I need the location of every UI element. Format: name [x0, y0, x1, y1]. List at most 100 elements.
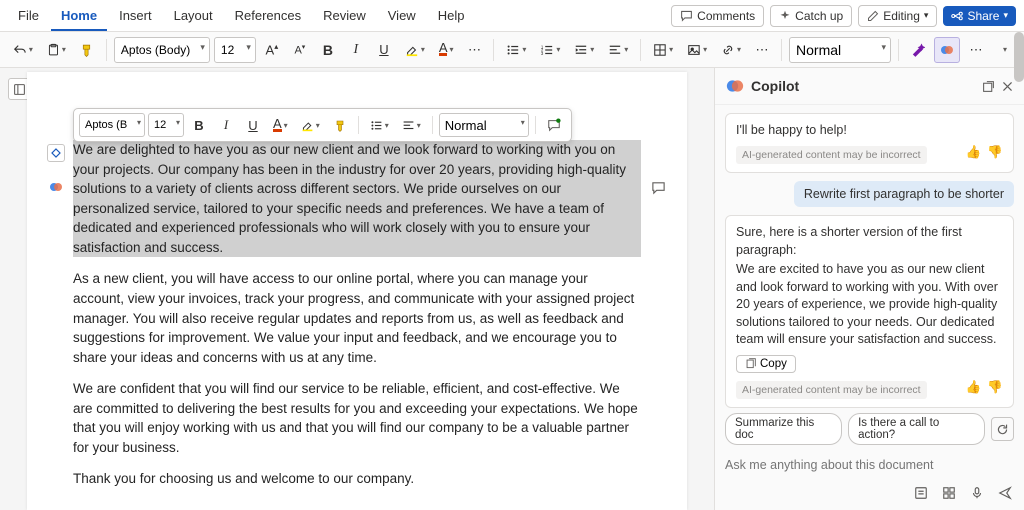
copilot-button[interactable]: [934, 37, 960, 63]
diamond-icon: [51, 148, 61, 158]
copilot-input[interactable]: [725, 458, 1014, 472]
bold-button[interactable]: B: [316, 37, 340, 63]
document-page[interactable]: Aptos (B... 12 B I U A Normal We are del…: [27, 72, 687, 510]
menu-right: Comments Catch up Editing ▾ Share ▾: [671, 5, 1016, 27]
menu-home[interactable]: Home: [51, 2, 107, 31]
paragraph-4[interactable]: Thank you for choosing us and welcome to…: [73, 469, 641, 489]
font-color-button[interactable]: A: [434, 37, 459, 63]
scrollbar[interactable]: [1014, 32, 1024, 82]
refresh-suggestions[interactable]: [991, 417, 1014, 441]
font-size-select[interactable]: 12: [214, 37, 256, 63]
editing-mode-button[interactable]: Editing ▾: [858, 5, 937, 27]
thumbs-down-icon[interactable]: 👎: [987, 144, 1003, 162]
undo-button[interactable]: [8, 37, 38, 63]
comments-button[interactable]: Comments: [671, 5, 764, 27]
sel-comment[interactable]: [542, 112, 566, 138]
underline-button[interactable]: U: [372, 37, 396, 63]
sel-font-size[interactable]: 12: [148, 113, 184, 137]
italic-icon: I: [354, 42, 359, 58]
designer-button[interactable]: [906, 37, 930, 63]
paragraph-3[interactable]: We are confident that you will find our …: [73, 379, 641, 457]
sel-italic[interactable]: I: [214, 112, 238, 138]
numbering-icon: 123: [540, 43, 554, 57]
highlight-button[interactable]: [400, 37, 430, 63]
assistant-message-2: Sure, here is a shorter version of the f…: [725, 215, 1014, 408]
grow-font-icon: A▴: [266, 42, 279, 57]
sel-format-painter[interactable]: [328, 112, 352, 138]
style-select[interactable]: Normal: [789, 37, 891, 63]
sel-highlight[interactable]: [296, 112, 325, 138]
close-icon[interactable]: [1001, 80, 1014, 93]
sel-style[interactable]: Normal: [439, 113, 529, 137]
margin-indicator[interactable]: [47, 144, 65, 162]
apps-icon[interactable]: [940, 484, 958, 502]
thumbs-up-icon[interactable]: 👍: [966, 144, 982, 162]
ribbon-expand-button[interactable]: [992, 37, 1016, 63]
suggestion-cta[interactable]: Is there a call to action?: [848, 413, 985, 445]
more-font-button[interactable]: ⋯: [462, 37, 486, 63]
copilot-logo-icon: [725, 76, 745, 96]
more-options-button[interactable]: ⋯: [964, 37, 988, 63]
ellipsis-icon: ⋯: [468, 42, 481, 58]
indent-icon: [574, 43, 588, 57]
menu-insert[interactable]: Insert: [109, 2, 162, 30]
paragraph-1[interactable]: We are delighted to have you as our new …: [73, 140, 641, 257]
menu-layout[interactable]: Layout: [164, 2, 223, 30]
catchup-button[interactable]: Catch up: [770, 5, 852, 27]
refresh-icon: [996, 423, 1009, 436]
suggestion-summarize[interactable]: Summarize this doc: [725, 413, 842, 445]
copilot-messages[interactable]: I'll be happy to help! AI-generated cont…: [715, 105, 1024, 409]
table-button[interactable]: [648, 37, 678, 63]
menu-view[interactable]: View: [378, 2, 426, 30]
share-label: Share: [967, 9, 999, 23]
menu-help[interactable]: Help: [428, 2, 475, 30]
paintbrush-icon: [80, 43, 93, 57]
link-button[interactable]: [716, 37, 746, 63]
bullets-button[interactable]: [501, 37, 531, 63]
sel-bold[interactable]: B: [187, 112, 211, 138]
thumbs-up-icon[interactable]: 👍: [966, 379, 982, 397]
comments-label: Comments: [697, 9, 755, 23]
copy-button[interactable]: Copy: [736, 355, 796, 373]
send-icon[interactable]: [996, 484, 1014, 502]
assistant-text: I'll be happy to help!: [736, 122, 1003, 140]
microphone-icon[interactable]: [968, 484, 986, 502]
shrink-font-icon: A▾: [294, 43, 305, 57]
menu-review[interactable]: Review: [313, 2, 376, 30]
sel-font-family[interactable]: Aptos (B...: [79, 113, 145, 137]
sel-underline[interactable]: U: [241, 112, 265, 138]
align-button[interactable]: [603, 37, 633, 63]
sel-bullets[interactable]: [365, 112, 394, 138]
align-icon: [608, 43, 622, 57]
svg-text:3: 3: [541, 51, 544, 56]
editing-label: Editing: [883, 9, 920, 23]
share-button[interactable]: Share ▾: [943, 6, 1016, 26]
paste-button[interactable]: [42, 37, 71, 63]
sel-font-color[interactable]: A: [268, 112, 293, 138]
sparkle-icon: [779, 10, 791, 22]
copilot-gutter-icon[interactable]: [47, 178, 65, 196]
font-family-select[interactable]: Aptos (Body): [114, 37, 210, 63]
menu-references[interactable]: References: [225, 2, 311, 30]
view-prompts-icon[interactable]: [912, 484, 930, 502]
grow-font-button[interactable]: A▴: [260, 37, 284, 63]
numbering-button[interactable]: 123: [535, 37, 565, 63]
assistant-intro: Sure, here is a shorter version of the f…: [736, 224, 1003, 259]
clipboard-icon: [47, 43, 60, 57]
user-message: Rewrite first paragraph to be shorter: [794, 181, 1014, 207]
menu-file[interactable]: File: [8, 2, 49, 30]
paintbrush-icon: [334, 119, 346, 132]
thumbs-down-icon[interactable]: 👎: [987, 379, 1003, 397]
sel-align[interactable]: [397, 112, 426, 138]
popout-icon[interactable]: [982, 80, 995, 93]
shrink-font-button[interactable]: A▾: [288, 37, 312, 63]
paragraph-2[interactable]: As a new client, you will have access to…: [73, 269, 641, 367]
add-comment-icon[interactable]: [649, 178, 667, 196]
format-painter-button[interactable]: [75, 37, 99, 63]
italic-button[interactable]: I: [344, 37, 368, 63]
picture-button[interactable]: [682, 37, 712, 63]
more-insert-button[interactable]: ⋯: [750, 37, 774, 63]
indent-button[interactable]: [569, 37, 599, 63]
copilot-title: Copilot: [751, 78, 799, 94]
font-color-icon: A: [273, 119, 282, 132]
